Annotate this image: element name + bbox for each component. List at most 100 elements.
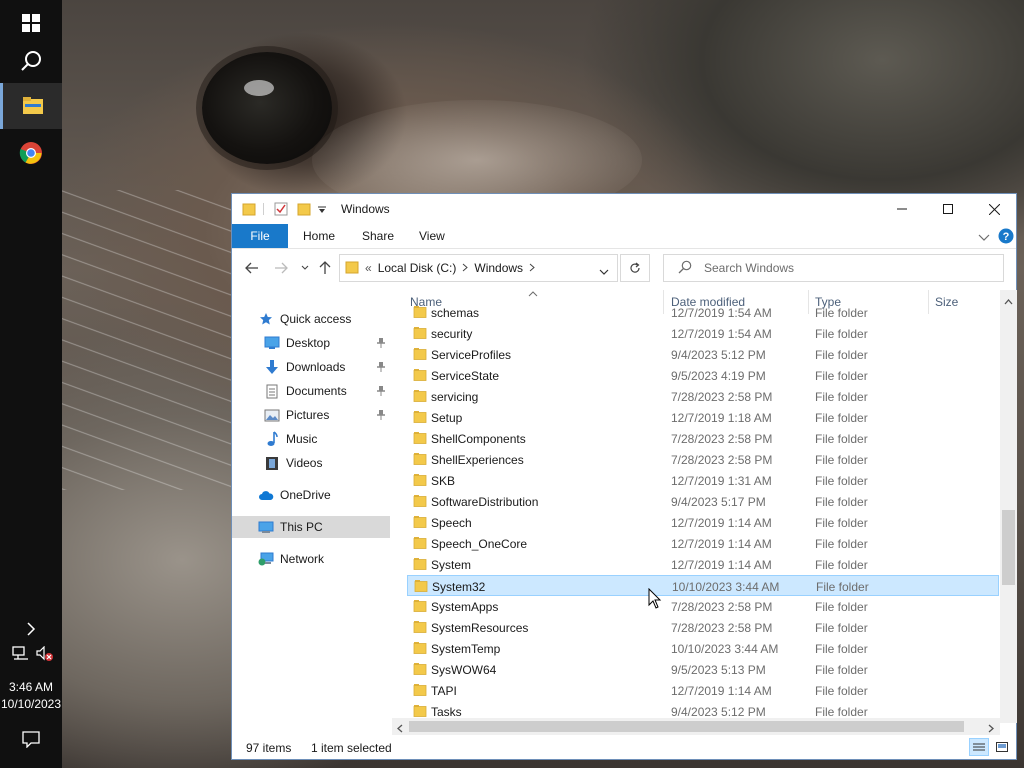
horizontal-scroll-thumb[interactable] [409, 721, 964, 732]
refresh-button[interactable] [620, 254, 650, 282]
volume-muted-icon[interactable] [36, 645, 54, 662]
table-row[interactable]: ShellComponents 7/28/2023 2:58 PM File fol… [407, 428, 999, 449]
table-row[interactable]: SystemApps 7/28/2023 2:58 PM File folder [407, 596, 999, 617]
properties-icon[interactable] [274, 202, 288, 219]
vertical-scroll-thumb[interactable] [1002, 510, 1015, 585]
nav-downloads[interactable]: Downloads [232, 356, 390, 378]
minimize-button[interactable] [879, 194, 925, 224]
table-row[interactable]: ServiceState 9/5/2023 4:19 PM File folder [407, 365, 999, 386]
horizontal-scrollbar[interactable] [392, 718, 1000, 735]
pin-icon[interactable] [376, 337, 386, 352]
table-row[interactable]: servicing 7/28/2023 2:58 PM File folder [407, 386, 999, 407]
search-input[interactable] [704, 261, 984, 275]
table-row[interactable]: SystemResources 7/28/2023 2:58 PM File fol… [407, 617, 999, 638]
row-name: SysWOW64 [431, 663, 497, 677]
row-date: 12/7/2019 1:54 AM [671, 327, 772, 341]
back-button[interactable] [243, 259, 261, 277]
nav-pictures[interactable]: Pictures [232, 404, 390, 426]
pin-icon[interactable] [376, 409, 386, 424]
details-view-button[interactable] [969, 738, 989, 756]
help-icon[interactable]: ? [998, 228, 1014, 247]
scroll-right-icon[interactable] [988, 722, 994, 736]
nav-videos[interactable]: Videos [232, 452, 390, 474]
customize-toolbar-icon[interactable] [317, 204, 327, 218]
table-row[interactable]: ServiceProfiles 9/4/2023 5:12 PM File fold… [407, 344, 999, 365]
nav-documents[interactable]: Documents [232, 380, 390, 402]
maximize-button[interactable] [925, 194, 971, 224]
breadcrumb-local-disk[interactable]: Local Disk (C:) [378, 261, 457, 275]
row-name: SystemTemp [431, 642, 501, 656]
network-icon[interactable] [12, 646, 30, 662]
chrome-taskbar-button[interactable] [0, 130, 62, 176]
address-bar[interactable]: « Local Disk (C:) Windows [339, 254, 618, 282]
windows-logo-icon [22, 14, 40, 32]
table-row[interactable]: Setup 12/7/2019 1:18 AM File folder [407, 407, 999, 428]
nav-onedrive[interactable]: OneDrive [232, 484, 390, 506]
vertical-scrollbar[interactable] [1000, 290, 1017, 723]
address-overflow[interactable]: « [365, 261, 372, 275]
action-center-button[interactable] [0, 716, 62, 762]
table-row[interactable]: TAPI 12/7/2019 1:14 AM File folder [407, 680, 999, 701]
tab-view[interactable]: View [408, 224, 456, 248]
details-view-icon [973, 743, 985, 751]
nav-this-pc[interactable]: This PC [232, 516, 390, 538]
table-row[interactable]: Speech_OneCore 12/7/2019 1:14 AM File fold… [407, 533, 999, 554]
tab-share[interactable]: Share [351, 224, 405, 248]
row-type: File folder [815, 474, 868, 488]
pin-icon[interactable] [376, 361, 386, 376]
music-note-icon [264, 431, 280, 447]
close-button[interactable] [971, 194, 1017, 224]
row-name: Speech_OneCore [431, 537, 528, 551]
row-name: System [431, 558, 472, 572]
show-hidden-icons-button[interactable] [0, 607, 62, 651]
nav-desktop[interactable]: Desktop [232, 332, 390, 354]
tab-home[interactable]: Home [292, 224, 346, 248]
forward-button[interactable] [272, 259, 290, 277]
forward-arrow-icon [275, 262, 288, 274]
nav-quick-access[interactable]: Quick access [232, 308, 390, 330]
table-row[interactable]: SoftwareDistribution 9/4/2023 5:17 PM File… [407, 491, 999, 512]
file-explorer-taskbar-button[interactable] [0, 83, 62, 129]
recent-locations-button[interactable] [296, 259, 314, 277]
row-type: File folder [815, 369, 868, 383]
clock-date[interactable]: 10/10/2023 [0, 697, 62, 711]
search-box[interactable] [663, 254, 1004, 282]
breadcrumb-windows[interactable]: Windows [474, 261, 523, 275]
table-row[interactable]: SystemTemp 10/10/2023 3:44 AM File folder [407, 638, 999, 659]
scroll-left-icon[interactable] [397, 722, 403, 736]
table-row[interactable]: ShellExperiences 7/28/2023 2:58 PM File fo… [407, 449, 999, 470]
tab-file[interactable]: File [232, 224, 288, 248]
up-button[interactable] [316, 259, 334, 277]
row-date: 7/28/2023 2:58 PM [671, 432, 773, 446]
row-type: File folder [815, 348, 868, 362]
table-row[interactable]: SKB 12/7/2019 1:31 AM File folder [407, 470, 999, 491]
star-icon [258, 311, 274, 327]
folder-icon [413, 348, 427, 360]
breadcrumb-separator-icon[interactable] [529, 261, 535, 275]
table-row[interactable]: security 12/7/2019 1:54 AM File folder [407, 323, 999, 344]
folder-icon [413, 642, 427, 654]
folder-small-icon [242, 202, 256, 219]
maximize-icon [943, 204, 953, 214]
row-date: 9/5/2023 4:19 PM [671, 369, 766, 383]
expand-ribbon-icon[interactable] [978, 231, 990, 245]
table-row[interactable]: Speech 12/7/2019 1:14 AM File folder [407, 512, 999, 533]
new-folder-icon[interactable] [297, 202, 311, 219]
search-button[interactable] [0, 38, 62, 84]
nav-network[interactable]: Network [232, 548, 390, 570]
table-row[interactable]: System32 10/10/2023 3:44 AM File folder [407, 575, 999, 596]
title-bar[interactable]: Windows [232, 194, 1016, 224]
address-dropdown-icon[interactable] [599, 265, 609, 279]
table-row[interactable]: schemas 12/7/2019 1:54 AM File folder [407, 302, 999, 323]
clock-time[interactable]: 3:46 AM [0, 680, 62, 694]
table-row[interactable]: System 12/7/2019 1:14 AM File folder [407, 554, 999, 575]
breadcrumb-separator-icon[interactable] [462, 261, 469, 275]
table-row[interactable]: SysWOW64 9/5/2023 5:13 PM File folder [407, 659, 999, 680]
address-folder-icon [345, 260, 359, 277]
wallpaper-eye-shine [244, 80, 274, 96]
scroll-up-icon[interactable] [1004, 294, 1013, 308]
item-count: 97 items [246, 741, 292, 755]
pin-icon[interactable] [376, 385, 386, 400]
nav-music[interactable]: Music [232, 428, 390, 450]
large-icons-view-button[interactable] [992, 738, 1012, 756]
